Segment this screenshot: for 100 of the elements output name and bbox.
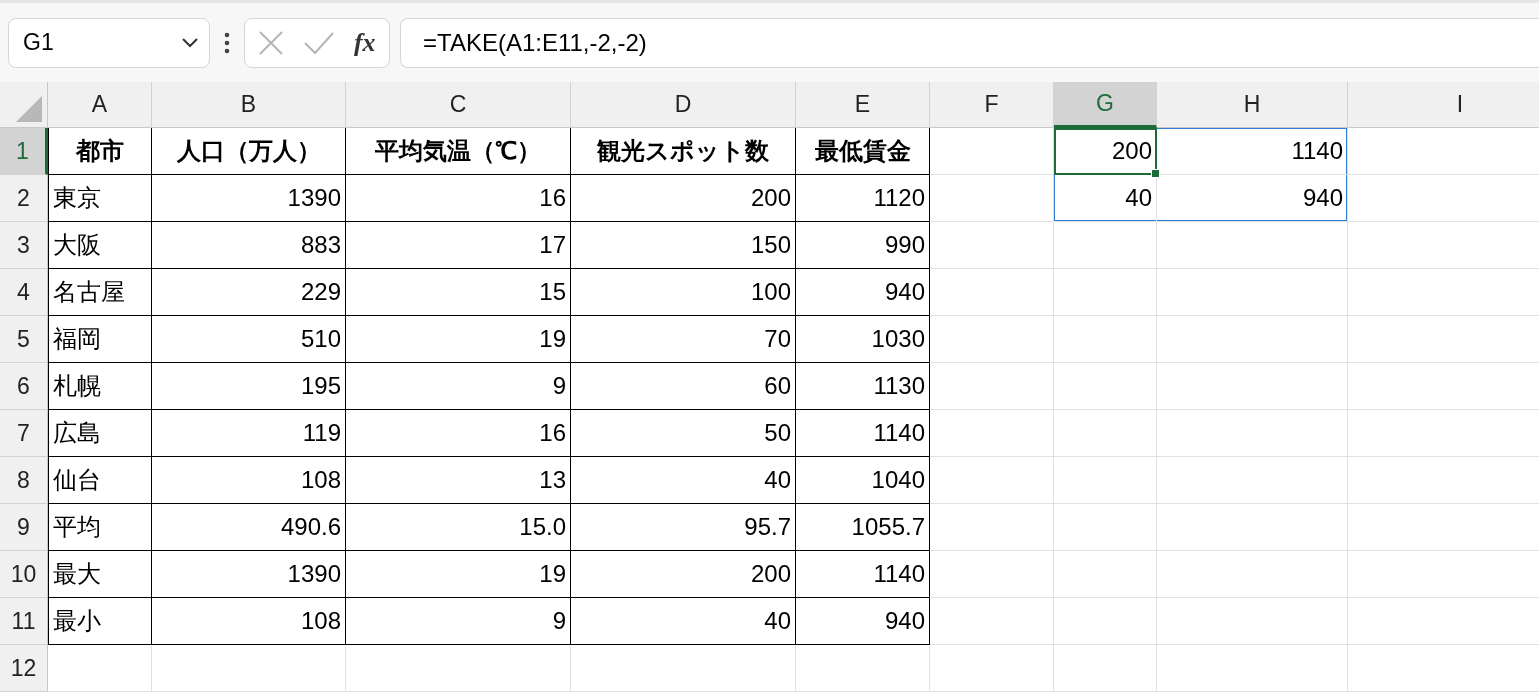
row-header[interactable]: 12 [0, 645, 48, 692]
cell[interactable]: 940 [1157, 175, 1348, 222]
cell[interactable]: 1140 [1157, 128, 1348, 175]
table-cell: 150 [571, 222, 796, 269]
column-header[interactable]: G [1054, 82, 1157, 128]
empty-cell[interactable] [930, 551, 1054, 598]
row-header[interactable]: 8 [0, 457, 48, 504]
table-cell: 1130 [796, 363, 930, 410]
empty-cell[interactable] [796, 645, 930, 692]
row-header[interactable]: 5 [0, 316, 48, 363]
row-header[interactable]: 2 [0, 175, 48, 222]
table-cell: 札幌 [48, 363, 152, 410]
name-box[interactable]: G1 [8, 17, 210, 68]
row-header[interactable]: 7 [0, 410, 48, 457]
table-cell: 490.6 [152, 504, 346, 551]
empty-cell[interactable] [152, 645, 346, 692]
empty-cell[interactable] [1157, 222, 1348, 269]
empty-cell[interactable] [1054, 410, 1157, 457]
empty-cell[interactable] [930, 598, 1054, 645]
cell[interactable]: 40 [1054, 175, 1157, 222]
empty-cell[interactable] [930, 222, 1054, 269]
table-cell: 1140 [796, 410, 930, 457]
column-heading: 都市 [48, 128, 152, 175]
empty-cell[interactable] [930, 363, 1054, 410]
empty-cell[interactable] [1054, 598, 1157, 645]
empty-cell[interactable] [346, 645, 571, 692]
row-header[interactable]: 10 [0, 551, 48, 598]
column-header[interactable]: I [1348, 82, 1539, 128]
table-cell: 最小 [48, 598, 152, 645]
table-cell: 平均 [48, 504, 152, 551]
fill-handle[interactable] [1151, 169, 1160, 178]
row-header[interactable]: 4 [0, 269, 48, 316]
table-cell: 108 [152, 598, 346, 645]
table-cell: 119 [152, 410, 346, 457]
empty-cell[interactable] [930, 316, 1054, 363]
cancel-icon[interactable] [258, 29, 285, 56]
empty-cell[interactable] [571, 645, 796, 692]
empty-cell[interactable] [1157, 598, 1348, 645]
table-cell: 940 [796, 598, 930, 645]
column-heading: 人口（万人） [152, 128, 346, 175]
table-cell: 1390 [152, 551, 346, 598]
cell[interactable]: 200 [1054, 128, 1157, 175]
checkmark-icon[interactable] [303, 30, 336, 55]
empty-cell[interactable] [1054, 269, 1157, 316]
row-header[interactable]: 6 [0, 363, 48, 410]
empty-cell[interactable] [1054, 316, 1157, 363]
column-header[interactable]: H [1157, 82, 1348, 128]
empty-cell[interactable] [1054, 504, 1157, 551]
column-header[interactable]: A [48, 82, 152, 128]
table-cell: 108 [152, 457, 346, 504]
empty-cell[interactable] [1157, 363, 1348, 410]
table-cell: 883 [152, 222, 346, 269]
table-cell: 510 [152, 316, 346, 363]
empty-cell[interactable] [930, 504, 1054, 551]
empty-cell[interactable] [1157, 410, 1348, 457]
select-all-icon[interactable] [14, 94, 44, 124]
empty-cell[interactable] [1157, 551, 1348, 598]
empty-cell[interactable] [1054, 363, 1157, 410]
table-cell: 1390 [152, 175, 346, 222]
column-heading: 観光スポット数 [571, 128, 796, 175]
table-cell: 95.7 [571, 504, 796, 551]
table-cell: 195 [152, 363, 346, 410]
table-cell: 1040 [796, 457, 930, 504]
table-cell: 940 [796, 269, 930, 316]
empty-cell[interactable] [1054, 645, 1157, 692]
table-cell: 15 [346, 269, 571, 316]
column-header[interactable]: D [571, 82, 796, 128]
row-header[interactable]: 11 [0, 598, 48, 645]
row-header[interactable]: 9 [0, 504, 48, 551]
empty-cell[interactable] [1157, 504, 1348, 551]
empty-cell[interactable] [930, 645, 1054, 692]
table-cell: 100 [571, 269, 796, 316]
table-cell: 16 [346, 410, 571, 457]
table-cell: 名古屋 [48, 269, 152, 316]
table-cell: 40 [571, 457, 796, 504]
table-cell: 200 [571, 175, 796, 222]
empty-cell[interactable] [1054, 222, 1157, 269]
empty-cell[interactable] [1157, 645, 1348, 692]
column-header[interactable]: C [346, 82, 571, 128]
empty-cell[interactable] [1054, 457, 1157, 504]
formula-field[interactable]: =TAKE(A1:E11,-2,-2) [400, 17, 1539, 68]
empty-cell[interactable] [930, 269, 1054, 316]
column-header[interactable]: E [796, 82, 930, 128]
empty-cell[interactable] [930, 175, 1054, 222]
empty-cell[interactable] [1157, 457, 1348, 504]
table-cell: 15.0 [346, 504, 571, 551]
column-header[interactable]: B [152, 82, 346, 128]
column-header[interactable]: F [930, 82, 1054, 128]
insert-function-button[interactable]: fx [353, 27, 376, 58]
empty-cell[interactable] [930, 410, 1054, 457]
table-cell: 最大 [48, 551, 152, 598]
empty-cell[interactable] [1054, 551, 1157, 598]
empty-cell[interactable] [1157, 269, 1348, 316]
empty-cell[interactable] [930, 128, 1054, 175]
more-options-icon[interactable] [224, 31, 230, 54]
row-header[interactable]: 1 [0, 128, 48, 175]
empty-cell[interactable] [930, 457, 1054, 504]
table-cell: 1120 [796, 175, 930, 222]
empty-cell[interactable] [1157, 316, 1348, 363]
row-header[interactable]: 3 [0, 222, 48, 269]
